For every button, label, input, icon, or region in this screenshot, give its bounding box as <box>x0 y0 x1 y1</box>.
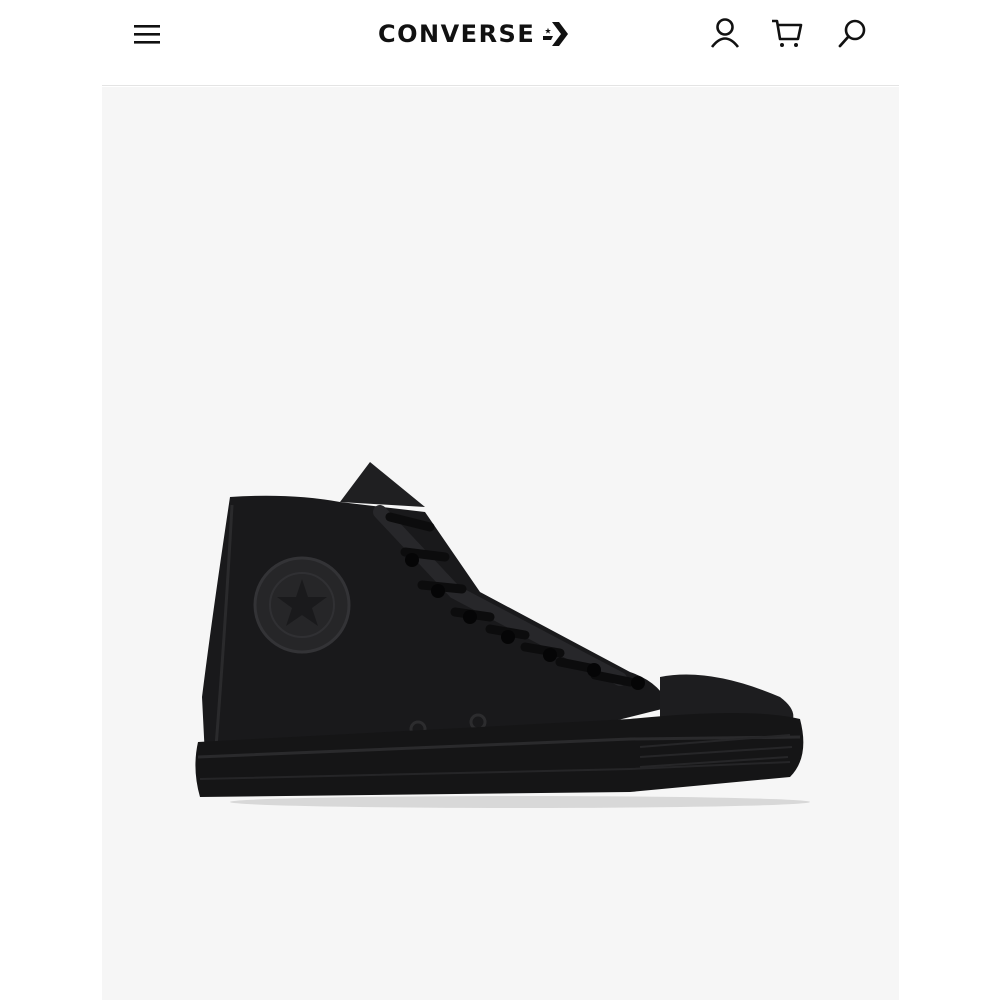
brand-wordmark: CONVERSE <box>378 20 536 48</box>
hamburger-menu-icon <box>134 25 160 44</box>
brand-logo[interactable]: CONVERSE <box>378 18 569 50</box>
user-icon <box>710 18 740 48</box>
site-header: CONVERSE <box>102 0 899 86</box>
account-button[interactable] <box>708 16 742 50</box>
search-button[interactable] <box>836 16 870 50</box>
star-chevron-logo-icon <box>543 22 569 46</box>
product-image[interactable] <box>190 457 820 817</box>
page: CONVERSE <box>0 0 1000 1000</box>
shopping-cart-icon <box>772 19 803 47</box>
search-icon <box>838 19 866 48</box>
menu-button[interactable] <box>132 20 162 48</box>
black-high-top-sneaker-image <box>195 462 810 808</box>
cart-button[interactable] <box>770 16 804 50</box>
product-image-panel[interactable] <box>102 87 899 1000</box>
